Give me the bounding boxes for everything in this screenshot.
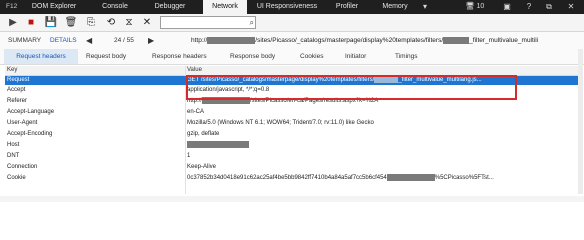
subtab-timings[interactable]: Timings	[395, 49, 418, 64]
header-value: 1	[187, 153, 191, 159]
subtab-request-headers[interactable]: Request headers	[4, 49, 78, 64]
redacted-host	[187, 141, 249, 148]
tab-ui-responsiveness[interactable]: UI Responsiveness	[250, 0, 324, 14]
tab-debugger[interactable]: Debugger	[148, 0, 192, 14]
header-key: Accept-Encoding	[7, 131, 53, 137]
table-row[interactable]: DNT 1	[5, 152, 580, 161]
subtab-response-body[interactable]: Response body	[230, 49, 275, 64]
f12-label: F12	[6, 3, 18, 10]
clear-filter-icon[interactable]: ✕	[140, 16, 154, 29]
request-headers-table: Key Value Request GET /sites/Picasso/_ca…	[5, 66, 580, 194]
next-icon[interactable]: ▶	[148, 32, 154, 49]
header-key: Connection	[7, 164, 38, 170]
clear-entries-icon[interactable]: 🗑	[64, 16, 78, 29]
tab-console[interactable]: Console	[92, 0, 138, 14]
network-toolbar: ▶ ■ 💾 🗑 ⎘ ⟲ ⧖ ✕ ⌕	[0, 14, 584, 32]
table-row[interactable]: Accept-Language en-CA	[5, 108, 580, 117]
header-key: DNT	[7, 153, 20, 159]
stop-capture-icon[interactable]: ■	[24, 16, 38, 29]
header-key: Referer	[7, 98, 28, 104]
tab-count: 10	[476, 3, 485, 10]
redacted-host	[207, 36, 256, 44]
previous-icon[interactable]: ◀	[86, 32, 92, 49]
header-key: Cookie	[7, 175, 26, 181]
column-header-key[interactable]: Key	[7, 66, 17, 75]
bottom-border	[0, 196, 584, 202]
redacted-cookie	[386, 174, 435, 181]
header-key: Host	[7, 142, 20, 148]
header-value: Mozilla/5.0 (Windows NT 6.1; WOW64; Trid…	[187, 120, 374, 126]
header-key: Accept	[7, 87, 26, 93]
start-capture-icon[interactable]: ▶	[6, 16, 20, 29]
summary-details-bar: SUMMARY DETAILS ◀ 24 / 55 ▶ http:// /site…	[0, 32, 584, 49]
dropdown-arrow-icon[interactable]: ▾	[418, 0, 432, 14]
export-icon[interactable]: 💾	[44, 16, 58, 29]
table-row[interactable]: Connection Keep-Alive	[5, 163, 580, 172]
header-key: Request	[7, 77, 30, 83]
undock-icon[interactable]: ⧉	[542, 0, 556, 14]
close-icon[interactable]: ✕	[564, 0, 578, 14]
filter-icon[interactable]: ⧖	[122, 16, 136, 29]
table-row[interactable]: Host	[5, 141, 580, 150]
header-value: gzip, deflate	[187, 131, 220, 137]
table-row[interactable]: User-Agent Mozilla/5.0 (Windows NT 6.1; …	[5, 119, 580, 128]
value-text: %5CPicasso%5FTst...	[434, 175, 494, 182]
entry-counter: 24 / 55	[114, 37, 134, 44]
url-suffix: _filter_multivalue_multili	[469, 37, 539, 44]
tab-dom-explorer[interactable]: DOM Explorer	[28, 0, 80, 14]
clear-cookies-icon[interactable]: ⟲	[104, 16, 118, 29]
value-text: 0c37852b34d0418e91c62ac25af4be5bb9842ff7…	[187, 175, 387, 182]
dock-icon[interactable]: ▣	[500, 0, 514, 14]
summary-link[interactable]: SUMMARY	[8, 32, 41, 49]
tab-profiler[interactable]: Profiler	[329, 0, 365, 14]
header-value: 0c37852b34d0418e91c62ac25af4be5bb9842ff7…	[187, 174, 577, 183]
help-icon[interactable]: ?	[522, 0, 536, 14]
devtools-tab-bar: F12 DOM Explorer Console Debugger Networ…	[0, 0, 584, 14]
request-url: http:// /sites/Picasso/_catalogs/masterpa…	[191, 32, 538, 49]
search-input[interactable]: ⌕	[160, 16, 256, 29]
highlight-annotation-box	[186, 75, 517, 100]
subtab-cookies[interactable]: Cookies	[300, 49, 323, 64]
header-value: en-CA	[187, 109, 205, 115]
details-subtabs: Request headers Request body Response he…	[0, 49, 584, 65]
search-icon[interactable]: ⌕	[250, 17, 254, 28]
subtab-response-headers[interactable]: Response headers	[152, 49, 207, 64]
details-link[interactable]: DETAILS	[50, 32, 77, 49]
clear-cache-icon[interactable]: ⎘	[84, 16, 98, 29]
column-header-value[interactable]: Value	[187, 66, 202, 75]
vertical-scrollbar[interactable]	[578, 49, 583, 194]
tab-memory[interactable]: Memory	[376, 0, 414, 14]
url-path: /sites/Picasso/_catalogs/masterpage/disp…	[255, 37, 444, 44]
header-key: Accept-Language	[7, 109, 55, 115]
tab-network[interactable]: Network	[203, 0, 247, 14]
url-prefix: http://	[191, 37, 208, 44]
emulation-icon[interactable]: 🖥 10	[460, 0, 490, 14]
header-key: User-Agent	[7, 120, 38, 126]
subtab-initiator[interactable]: Initiator	[345, 49, 366, 64]
subtab-request-body[interactable]: Request body	[86, 49, 126, 64]
table-row[interactable]: Accept-Encoding gzip, deflate	[5, 130, 580, 139]
header-value: Keep-Alive	[187, 164, 217, 170]
header-value	[187, 141, 577, 150]
table-row[interactable]: Cookie 0c37852b34d0418e91c62ac25af4be5bb…	[5, 174, 580, 183]
redacted-name	[443, 36, 470, 44]
